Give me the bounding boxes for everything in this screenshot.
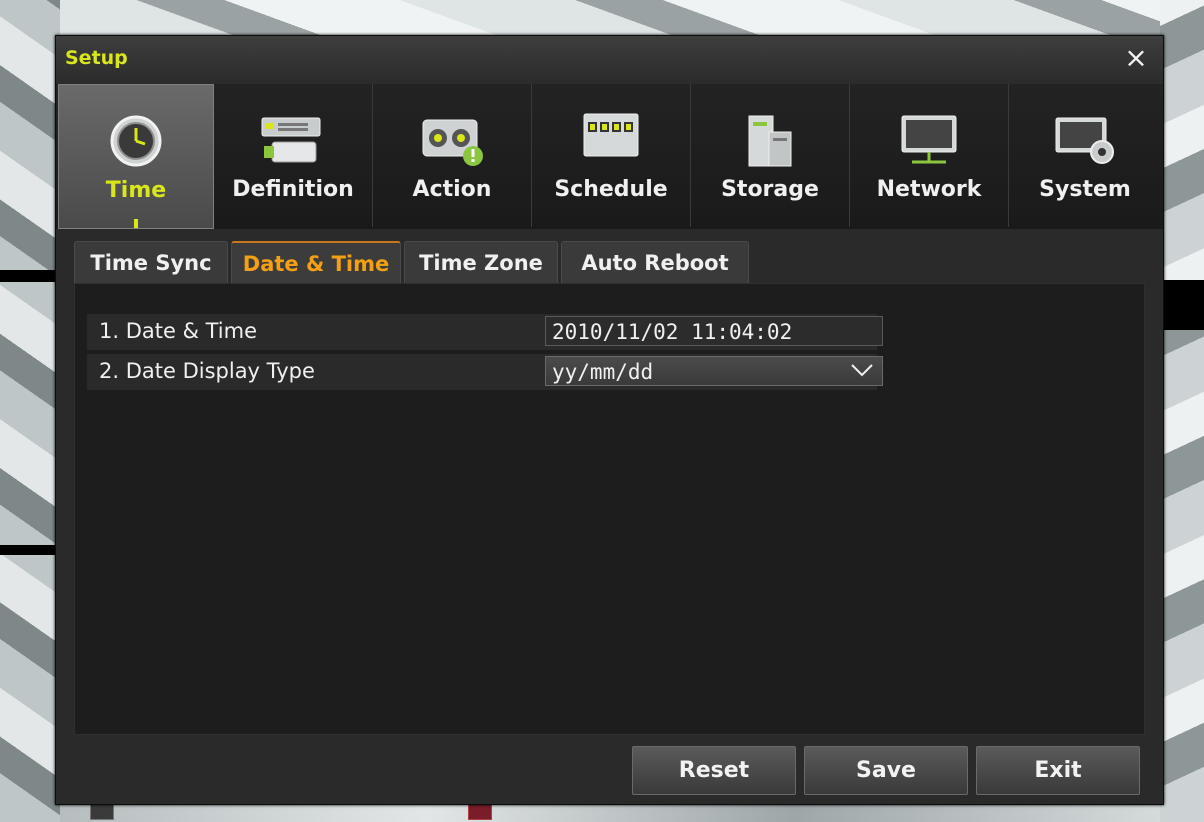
- date-display-type-select[interactable]: yy/mm/dd: [545, 356, 883, 386]
- tab-action[interactable]: Action: [373, 84, 532, 227]
- tab-time-label: Time: [105, 178, 167, 203]
- main-tab-bar: Time Definition Action Schedule Storage …: [56, 84, 1163, 229]
- date-display-type-value: yy/mm/dd: [552, 360, 654, 384]
- save-button[interactable]: Save: [804, 746, 968, 795]
- monitor-network-icon: [901, 115, 957, 164]
- storage-icon: [748, 115, 792, 167]
- tab-schedule[interactable]: Schedule: [532, 84, 691, 227]
- reset-button[interactable]: Reset: [632, 746, 796, 795]
- tab-action-label: Action: [412, 177, 492, 202]
- tab-time-sync[interactable]: Time Sync: [74, 241, 228, 284]
- tab-network-label: Network: [876, 177, 982, 202]
- setting-row-date-time: 1. Date & Time 2010/11/02 11:04:02: [87, 314, 883, 350]
- close-icon[interactable]: ×: [1123, 44, 1149, 72]
- tab-network[interactable]: Network: [850, 84, 1009, 227]
- chevron-down-icon: [851, 364, 873, 377]
- active-tab-marker: [134, 219, 138, 228]
- tab-storage[interactable]: Storage: [691, 84, 850, 227]
- tab-time-zone[interactable]: Time Zone: [404, 241, 558, 284]
- tab-time[interactable]: Time: [58, 84, 214, 229]
- camera-definition-icon: [261, 117, 321, 163]
- clock-icon: [110, 115, 162, 167]
- date-time-label: 1. Date & Time: [99, 319, 258, 343]
- tab-definition-label: Definition: [232, 177, 354, 202]
- window-title: Setup: [65, 47, 128, 69]
- tab-system[interactable]: System: [1009, 84, 1161, 227]
- tab-definition[interactable]: Definition: [214, 84, 373, 227]
- settings-panel: 1. Date & Time 2010/11/02 11:04:02 2. Da…: [74, 283, 1145, 735]
- setting-row-date-display-type: 2. Date Display Type yy/mm/dd: [87, 354, 883, 390]
- calendar-schedule-icon: [583, 113, 639, 157]
- exit-button[interactable]: Exit: [976, 746, 1140, 795]
- system-gear-icon: [1055, 117, 1114, 164]
- tab-auto-reboot[interactable]: Auto Reboot: [561, 241, 749, 284]
- tab-storage-label: Storage: [721, 177, 819, 202]
- tab-system-label: System: [1039, 177, 1131, 202]
- title-bar: Setup ×: [56, 36, 1163, 85]
- tab-schedule-label: Schedule: [554, 177, 668, 202]
- setup-window: Setup × Time Definition Action Schedule …: [55, 35, 1164, 805]
- date-display-type-label: 2. Date Display Type: [99, 359, 315, 383]
- tab-date-and-time[interactable]: Date & Time: [231, 241, 401, 285]
- alarm-action-icon: [422, 119, 483, 166]
- date-time-field[interactable]: 2010/11/02 11:04:02: [545, 316, 883, 346]
